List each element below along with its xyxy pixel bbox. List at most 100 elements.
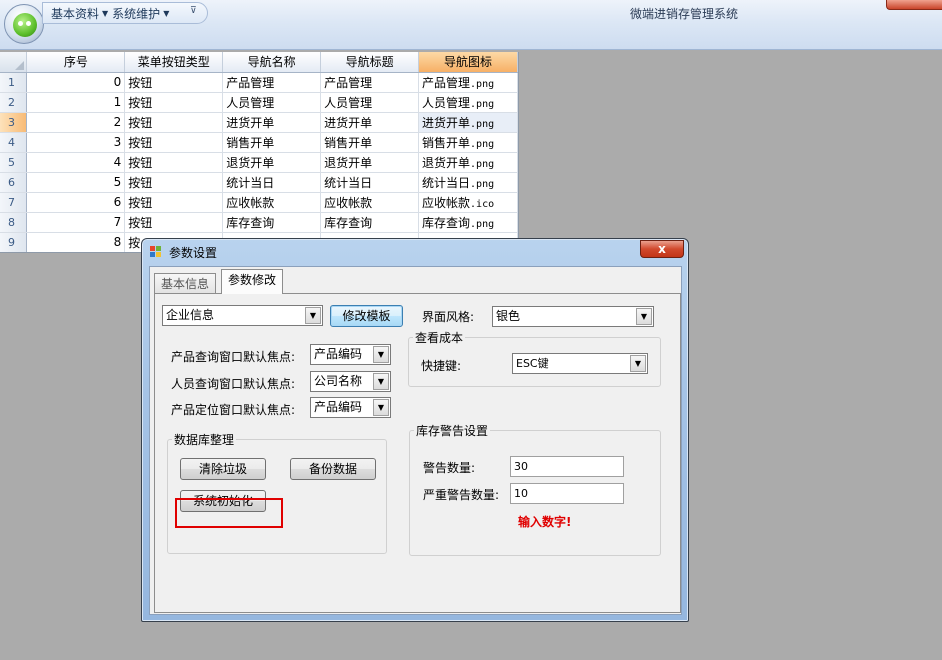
product-locate-focus-combo[interactable]: 产品编码 ▼ xyxy=(310,397,391,418)
table-row[interactable]: 7 6 按钮 应收帐款 应收帐款 应收帐款.ico xyxy=(0,192,518,213)
chevron-down-icon[interactable]: ▼ xyxy=(373,399,389,416)
backup-data-button[interactable]: 备份数据 xyxy=(290,458,376,480)
cell-nav-icon[interactable]: 进货开单.png xyxy=(418,112,518,133)
navigation-grid[interactable]: 序号 菜单按钮类型 导航名称 导航标题 导航图标 1 0 按钮 产品管理 产品管理 产品管… xyxy=(0,52,519,253)
cell-id[interactable]: 6 xyxy=(26,192,126,213)
dialog-close-button[interactable]: x xyxy=(640,240,684,258)
row-header[interactable]: 6 xyxy=(0,172,28,193)
row-header[interactable]: 4 xyxy=(0,132,28,153)
cell-nav-icon[interactable]: 销售开单.png xyxy=(418,132,518,153)
menu-basic-data[interactable]: 基本资料 ▼ xyxy=(51,5,108,22)
cell-id[interactable]: 5 xyxy=(26,172,126,193)
clear-garbage-button[interactable]: 清除垃圾 xyxy=(180,458,266,480)
cell-type[interactable]: 按钮 xyxy=(124,172,224,193)
table-row[interactable]: 6 5 按钮 统计当日 统计当日 统计当日.png xyxy=(0,172,518,193)
menu-basic-data-label: 基本资料 xyxy=(51,6,100,21)
cell-nav-icon[interactable]: 退货开单.png xyxy=(418,152,518,173)
column-header-id[interactable]: 序号 xyxy=(26,52,126,73)
chevron-down-icon[interactable]: ▼ xyxy=(373,373,389,390)
table-row[interactable]: 3 2 按钮 进货开单 进货开单 进货开单.png xyxy=(0,112,518,133)
cell-id[interactable]: 1 xyxy=(26,92,126,113)
cell-type[interactable]: 按钮 xyxy=(124,152,224,173)
cell-id[interactable]: 7 xyxy=(26,212,126,233)
cell-type[interactable]: 按钮 xyxy=(124,92,224,113)
grid-select-all-corner[interactable] xyxy=(0,52,28,73)
cell-nav-name[interactable]: 库存查询 xyxy=(222,212,322,233)
cell-nav-name[interactable]: 统计当日 xyxy=(222,172,322,193)
theme-combo[interactable]: 银色 ▼ xyxy=(492,306,654,327)
column-header-nav-name[interactable]: 导航名称 xyxy=(222,52,322,73)
cell-nav-icon[interactable]: 库存查询.png xyxy=(418,212,518,233)
cell-nav-title[interactable]: 销售开单 xyxy=(320,132,420,153)
cell-type[interactable]: 按钮 xyxy=(124,72,224,93)
icon-file-name: 产品管理 xyxy=(422,75,471,90)
cell-nav-name[interactable]: 应收帐款 xyxy=(222,192,322,213)
stock-warning-group: 库存警告设置 警告数量: 30 严重警告数量: 10 输入数字! xyxy=(409,422,661,556)
column-header-nav-title[interactable]: 导航标题 xyxy=(320,52,420,73)
window-close-button[interactable] xyxy=(886,0,942,10)
column-header-nav-icon[interactable]: 导航图标 xyxy=(418,52,518,73)
cell-nav-title[interactable]: 库存查询 xyxy=(320,212,420,233)
row-header[interactable]: 1 xyxy=(0,72,28,93)
cell-nav-icon[interactable]: 应收帐款.ico xyxy=(418,192,518,213)
row-header[interactable]: 5 xyxy=(0,152,28,173)
row-header[interactable]: 9 xyxy=(0,232,28,252)
column-header-type[interactable]: 菜单按钮类型 xyxy=(124,52,224,73)
cell-nav-icon[interactable]: 产品管理.png xyxy=(418,72,518,93)
chevron-down-icon[interactable]: ▼ xyxy=(373,346,389,363)
cell-nav-name[interactable]: 进货开单 xyxy=(222,112,322,133)
tab-parameter-edit[interactable]: 参数修改 xyxy=(221,269,284,294)
table-row[interactable]: 5 4 按钮 退货开单 退货开单 退货开单.png xyxy=(0,152,518,173)
cell-id[interactable]: 0 xyxy=(26,72,126,93)
customize-toolbar-icon[interactable]: ⊽ xyxy=(190,6,197,16)
app-orb-button[interactable] xyxy=(4,4,44,44)
row-header[interactable]: 7 xyxy=(0,192,28,213)
cell-nav-title[interactable]: 进货开单 xyxy=(320,112,420,133)
cell-nav-title[interactable]: 产品管理 xyxy=(320,72,420,93)
icon-file-extension: .png xyxy=(470,98,495,110)
cell-nav-title[interactable]: 退货开单 xyxy=(320,152,420,173)
view-cost-group: 查看成本 快捷键: ESC键 ▼ xyxy=(408,329,661,387)
table-row[interactable]: 4 3 按钮 销售开单 销售开单 销售开单.png xyxy=(0,132,518,153)
product-query-focus-combo[interactable]: 产品编码 ▼ xyxy=(310,344,391,365)
cell-nav-name[interactable]: 人员管理 xyxy=(222,92,322,113)
table-row[interactable]: 8 7 按钮 库存查询 库存查询 库存查询.png xyxy=(0,212,518,233)
cell-nav-icon[interactable]: 统计当日.png xyxy=(418,172,518,193)
person-query-focus-combo[interactable]: 公司名称 ▼ xyxy=(310,371,391,392)
cell-nav-title[interactable]: 统计当日 xyxy=(320,172,420,193)
cell-id[interactable]: 8 xyxy=(26,232,126,252)
chevron-down-icon[interactable]: ▼ xyxy=(636,308,652,325)
cell-id[interactable]: 3 xyxy=(26,132,126,153)
cell-nav-title[interactable]: 应收帐款 xyxy=(320,192,420,213)
severe-warning-quantity-input[interactable]: 10 xyxy=(510,483,624,504)
company-info-combo[interactable]: 企业信息 ▼ xyxy=(162,305,323,326)
shortcut-combo[interactable]: ESC键 ▼ xyxy=(512,353,648,374)
table-row[interactable]: 1 0 按钮 产品管理 产品管理 产品管理.png xyxy=(0,72,518,93)
menu-system-maintenance[interactable]: 系统维护 ▼ xyxy=(112,5,169,22)
cell-id[interactable]: 4 xyxy=(26,152,126,173)
edit-template-button[interactable]: 修改模板 xyxy=(330,305,403,327)
row-header[interactable]: 8 xyxy=(0,212,28,233)
chevron-down-icon[interactable]: ▼ xyxy=(305,307,321,324)
chevron-down-icon[interactable]: ▼ xyxy=(630,355,646,372)
cell-nav-name[interactable]: 产品管理 xyxy=(222,72,322,93)
cell-nav-name[interactable]: 销售开单 xyxy=(222,132,322,153)
cell-type[interactable]: 按钮 xyxy=(124,132,224,153)
severe-warning-quantity-label: 严重警告数量: xyxy=(423,488,500,502)
chevron-down-icon: ▼ xyxy=(163,8,170,18)
theme-combo-value: 银色 xyxy=(496,309,521,323)
warning-quantity-input[interactable]: 30 xyxy=(510,456,624,477)
cell-nav-icon[interactable]: 人员管理.png xyxy=(418,92,518,113)
icon-file-extension: .ico xyxy=(470,198,495,210)
product-locate-focus-value: 产品编码 xyxy=(314,400,363,414)
cell-type[interactable]: 按钮 xyxy=(124,112,224,133)
cell-type[interactable]: 按钮 xyxy=(124,212,224,233)
tab-basic-info[interactable]: 基本信息 xyxy=(154,273,217,293)
row-header[interactable]: 2 xyxy=(0,92,28,113)
row-header[interactable]: 3 xyxy=(0,112,28,133)
table-row[interactable]: 2 1 按钮 人员管理 人员管理 人员管理.png xyxy=(0,92,518,113)
cell-id[interactable]: 2 xyxy=(26,112,126,133)
cell-nav-title[interactable]: 人员管理 xyxy=(320,92,420,113)
cell-nav-name[interactable]: 退货开单 xyxy=(222,152,322,173)
cell-type[interactable]: 按钮 xyxy=(124,192,224,213)
